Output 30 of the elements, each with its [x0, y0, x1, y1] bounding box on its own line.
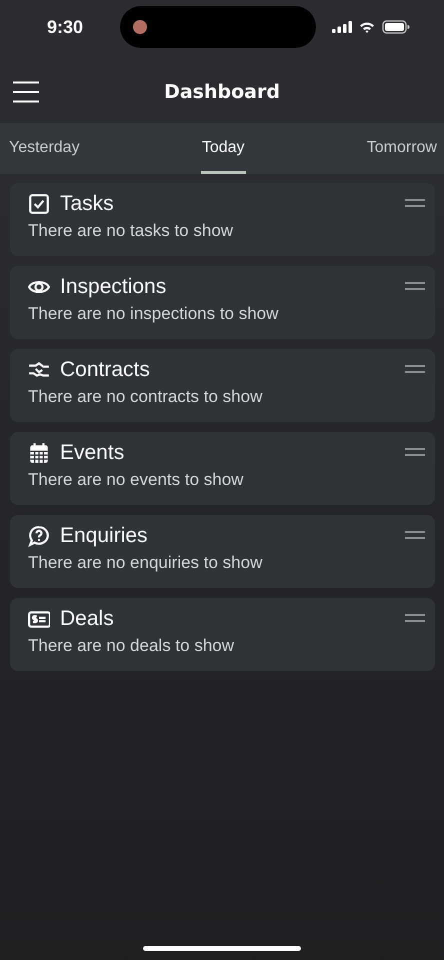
empty-message: There are no events to show: [28, 470, 244, 490]
empty-message: There are no deals to show: [28, 636, 236, 656]
empty-message: There are no tasks to show: [28, 221, 234, 241]
empty-message: There are no inspections to show: [28, 304, 280, 324]
empty-message: There are no contracts to show: [28, 387, 264, 407]
card-title: Tasks: [60, 192, 115, 216]
card-title: Deals: [60, 606, 115, 630]
drag-handle-icon[interactable]: [405, 282, 425, 290]
drag-handle-icon[interactable]: [405, 531, 425, 539]
menu-button[interactable]: [13, 80, 39, 102]
drag-handle-icon[interactable]: [405, 199, 425, 207]
signal-icon: [332, 21, 352, 33]
tab[interactable]: Yesterday: [8, 123, 81, 174]
card-title: Contracts: [60, 358, 151, 382]
drag-handle-icon[interactable]: [405, 365, 425, 373]
battery-icon: [382, 20, 410, 34]
card-title: Events: [60, 440, 126, 464]
drag-handle-icon[interactable]: [405, 448, 425, 456]
tab[interactable]: Today: [200, 123, 246, 174]
calendar-icon: [28, 442, 50, 464]
card-title: Enquiries: [60, 524, 149, 548]
empty-message: There are no enquiries to show: [28, 553, 264, 573]
page-title: Dashboard: [163, 80, 281, 102]
checkbox-icon: [28, 192, 50, 214]
card-title: Inspections: [60, 274, 168, 298]
question-bubble-icon: [28, 524, 50, 546]
wifi-icon: [359, 21, 375, 33]
status-time: 9:30: [47, 16, 84, 38]
drag-handle-icon[interactable]: [405, 614, 425, 622]
tab[interactable]: Tomorrow: [366, 123, 438, 174]
